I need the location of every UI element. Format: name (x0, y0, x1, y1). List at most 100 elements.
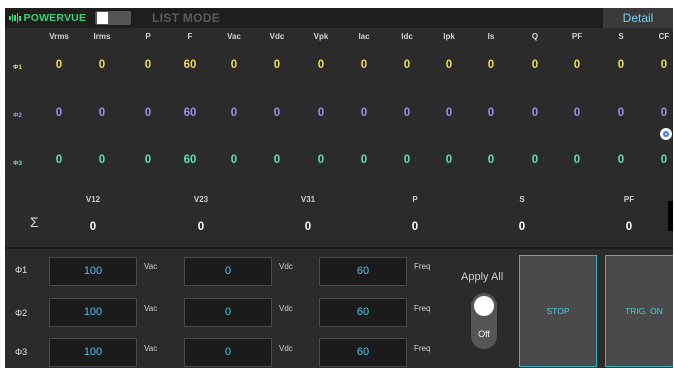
measurement-value: 0 (487, 59, 495, 71)
sum-value: 0 (89, 221, 97, 233)
measurement-value: 0 (273, 154, 281, 166)
target-icon (663, 131, 669, 137)
app-window: POWERVUE LIST MODE Detail Vrms Irms P F … (5, 8, 673, 368)
vdc-input[interactable]: 0 (184, 298, 272, 327)
sum-header: S (519, 195, 525, 204)
sigma-icon: Σ (30, 214, 39, 230)
measurement-value: 0 (55, 154, 63, 166)
side-panel-tab[interactable] (668, 201, 673, 231)
apply-all-switch[interactable]: Off (471, 293, 497, 349)
apply-all-label: Apply All (461, 271, 504, 283)
column-header: Idc (401, 32, 413, 41)
floating-action-button[interactable] (660, 128, 672, 140)
vac-unit-label: Vac (144, 344, 158, 353)
measurement-value: 60 (183, 59, 197, 71)
measurement-value: 0 (573, 154, 581, 166)
vac-input[interactable]: 100 (49, 298, 137, 327)
stop-button[interactable]: STOP (519, 255, 597, 367)
vac-unit-label: Vac (144, 304, 158, 313)
measurement-value: 60 (183, 107, 197, 119)
vdc-input[interactable]: 0 (184, 257, 272, 286)
measurement-value: 0 (317, 107, 325, 119)
measurement-value: 0 (360, 154, 368, 166)
measurement-value: 0 (531, 59, 539, 71)
measurement-value: 0 (573, 59, 581, 71)
vac-unit-label: Vac (144, 262, 158, 271)
measurement-value: 0 (487, 154, 495, 166)
logo-wave-icon (9, 13, 21, 23)
phase-label: Φ1 (13, 64, 22, 71)
measurement-value: 0 (445, 154, 453, 166)
vdc-unit-label: Vdc (279, 344, 293, 353)
sum-value: 0 (625, 221, 633, 233)
trig-on-button[interactable]: TRIG. ON (605, 255, 673, 367)
column-header: Is (487, 32, 495, 41)
measurement-value: 0 (445, 107, 453, 119)
measurement-value: 0 (55, 59, 63, 71)
measurement-value: 0 (403, 107, 411, 119)
measurement-value: 0 (573, 107, 581, 119)
sum-header: P (412, 195, 418, 204)
vac-input[interactable]: 100 (49, 257, 137, 286)
detail-button[interactable]: Detail (603, 8, 673, 28)
freq-input[interactable]: 60 (319, 338, 407, 367)
measurement-value: 0 (445, 59, 453, 71)
control-phase-label: Φ2 (15, 308, 28, 318)
mode-toggle-knob (97, 12, 108, 24)
mode-toggle[interactable] (95, 11, 131, 25)
column-header: Iac (358, 32, 370, 41)
measurement-value: 0 (230, 107, 238, 119)
vdc-unit-label: Vdc (279, 262, 293, 271)
measurement-value: 0 (273, 59, 281, 71)
freq-input[interactable]: 60 (319, 298, 407, 327)
measurement-value: 0 (360, 107, 368, 119)
measurement-value: 0 (660, 154, 668, 166)
measurement-value: 0 (317, 154, 325, 166)
vdc-unit-label: Vdc (279, 304, 293, 313)
vdc-input[interactable]: 0 (184, 338, 272, 367)
measurement-value: 0 (660, 107, 668, 119)
measurement-value: 0 (144, 154, 152, 166)
freq-unit-label: Freq (414, 304, 431, 313)
measurement-value: 0 (317, 59, 325, 71)
phase-label: Φ3 (13, 160, 22, 167)
measurement-value: 0 (617, 154, 625, 166)
column-header: Ipk (443, 32, 455, 41)
header-bar: POWERVUE LIST MODE Detail (5, 8, 673, 28)
section-divider (5, 247, 673, 249)
sum-header: PF (623, 195, 635, 204)
freq-input[interactable]: 60 (319, 257, 407, 286)
freq-unit-label: Freq (414, 344, 431, 353)
column-header: Vpk (313, 32, 329, 41)
measurement-value: 0 (98, 154, 106, 166)
measurement-value: 0 (531, 107, 539, 119)
measurement-value: 0 (617, 59, 625, 71)
sum-value: 0 (518, 221, 526, 233)
measurement-value: 0 (144, 59, 152, 71)
control-phase-label: Φ1 (15, 265, 28, 275)
measurement-value: 0 (144, 107, 152, 119)
measurement-value: 0 (273, 107, 281, 119)
measurement-value: 0 (617, 107, 625, 119)
sum-value: 0 (304, 221, 312, 233)
measurement-value: 0 (360, 59, 368, 71)
vac-input[interactable]: 100 (49, 338, 137, 367)
sum-header: V12 (85, 195, 101, 204)
column-header: Vdc (269, 32, 285, 41)
column-header: S (618, 32, 624, 41)
measurement-value: 0 (403, 59, 411, 71)
sum-header: V23 (193, 195, 209, 204)
control-phase-label: Φ3 (15, 347, 28, 357)
column-header: Vac (227, 32, 241, 41)
apply-all-switch-knob (474, 296, 494, 316)
logo: POWERVUE (9, 11, 86, 25)
sum-value: 0 (197, 221, 205, 233)
measurement-value: 0 (55, 107, 63, 119)
phase-label: Φ2 (13, 112, 22, 119)
logo-text: POWERVUE (23, 12, 87, 24)
measurement-value: 0 (660, 59, 668, 71)
column-header: Q (531, 32, 539, 41)
measurement-value: 60 (183, 154, 197, 166)
column-header: CF (658, 32, 670, 41)
column-header: F (187, 32, 193, 41)
